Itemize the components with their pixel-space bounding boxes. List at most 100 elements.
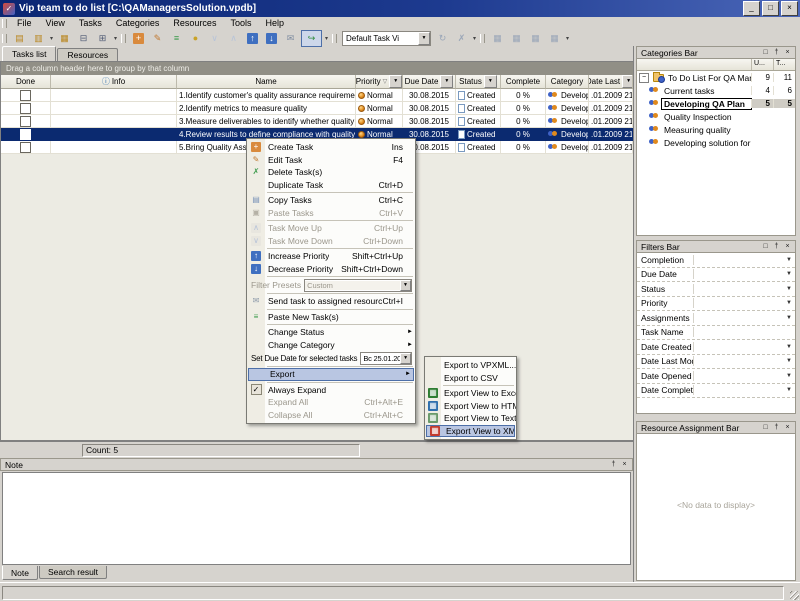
context-menu-task-move-down[interactable]: ∨Task Move DownCtrl+Down — [247, 235, 415, 248]
submenu-export-to-vpxml[interactable]: Export to VPXML... — [425, 359, 516, 372]
column-dropdown-button[interactable]: ▼ — [440, 75, 453, 88]
chevron-down-icon[interactable]: ▼ — [786, 271, 792, 277]
note-editor[interactable] — [2, 472, 631, 565]
view-menu-caret[interactable]: ▾ — [471, 35, 478, 42]
context-menu-change-status[interactable]: Change Status► — [247, 326, 415, 339]
context-menu-decrease-priority[interactable]: ↓Decrease PriorityShift+Ctrl+Down — [247, 263, 415, 276]
filter-row-completion[interactable]: Completion▼ — [637, 253, 795, 268]
bottom-tab-note[interactable]: Note — [2, 566, 38, 580]
column-header-done[interactable]: Done — [1, 75, 51, 89]
chevron-down-icon[interactable]: ▼ — [786, 315, 792, 321]
column-header-name[interactable]: Name — [177, 75, 356, 89]
context-menu-paste-tasks[interactable]: ▣Paste TasksCtrl+V — [247, 207, 415, 220]
column-header-priority[interactable]: Priority▽▼ — [356, 75, 403, 89]
done-checkbox[interactable] — [20, 129, 31, 140]
pin-icon[interactable]: † — [608, 460, 619, 470]
chevron-down-icon[interactable]: ▼ — [786, 373, 792, 379]
context-menu-expand-all[interactable]: Expand AllCtrl+Alt+E — [247, 396, 415, 409]
column-header-complete[interactable]: Complete — [501, 75, 546, 89]
context-menu-always-expand[interactable]: ✓Always Expand — [247, 384, 415, 397]
create-task-button[interactable]: + — [130, 31, 147, 46]
report-button-4[interactable]: ▦ — [546, 31, 563, 46]
filter-row-due-date[interactable]: Due Date▼ — [637, 268, 795, 283]
decrease-priority-button[interactable]: ↓ — [263, 31, 280, 46]
submenu-export-view-to-text[interactable]: ▦Export View to Text — [425, 412, 516, 425]
new-database-button[interactable]: ▤ — [11, 31, 28, 46]
pin-icon[interactable]: † — [771, 48, 782, 58]
chevron-down-icon[interactable]: ▼ — [786, 344, 792, 350]
column-header-info[interactable]: ⓘInfo — [51, 75, 177, 89]
column-header-status[interactable]: Status▼ — [456, 75, 501, 89]
done-checkbox[interactable] — [20, 90, 31, 101]
task-row-1[interactable]: 1.Identify customer's quality assurance … — [1, 89, 633, 102]
tree-expander-icon[interactable]: − — [639, 73, 649, 83]
report-menu-caret[interactable]: ▾ — [564, 35, 571, 42]
menubar-item-tools[interactable]: Tools — [223, 17, 258, 30]
chevron-down-icon[interactable]: ▼ — [786, 300, 792, 306]
filter-icon[interactable]: ▽ — [383, 78, 388, 85]
restore-icon[interactable]: □ — [760, 242, 771, 252]
chevron-down-icon[interactable]: ▼ — [400, 353, 411, 364]
category-item-to-do-list-for-qa-managers[interactable]: −To Do List For QA Managers911 — [637, 71, 795, 84]
close-button[interactable]: × — [781, 1, 798, 16]
submenu-export-view-to-html[interactable]: ▦Export View to HTML — [425, 400, 516, 413]
category-item-current-tasks[interactable]: Current tasks46 — [637, 84, 795, 97]
filter-row-date-opened[interactable]: Date Opened▼ — [637, 369, 795, 384]
context-menu-filter-presets[interactable]: Filter PresetsCustom▼ — [247, 278, 415, 292]
filter-row-assignments[interactable]: Assignments▼ — [637, 311, 795, 326]
context-menu-collapse-all[interactable]: Collapse AllCtrl+Alt+C — [247, 409, 415, 422]
chevron-down-icon[interactable]: ▼ — [786, 387, 792, 393]
bottom-tab-search-result[interactable]: Search result — [39, 566, 107, 579]
filter-row-priority[interactable]: Priority▼ — [637, 297, 795, 312]
filter-value[interactable]: ▼ — [694, 286, 795, 292]
print-preview-button[interactable]: ⊞ — [94, 31, 111, 46]
tab-resources[interactable]: Resources — [57, 48, 118, 61]
task-row-2[interactable]: 2.Identify metrics to measure qualityNor… — [1, 102, 633, 115]
combo-box[interactable]: Custom▼ — [304, 279, 412, 292]
submenu-export-view-to-xml[interactable]: ▦Export View to XML — [426, 425, 515, 438]
context-menu-set-due-date[interactable]: Set Due Date for selected tasksBc 25.01.… — [247, 351, 415, 365]
context-menu-export[interactable]: Export► — [248, 368, 414, 381]
print-menu-caret[interactable]: ▾ — [112, 35, 119, 42]
context-menu-delete-task-s[interactable]: ✗Delete Task(s) — [247, 166, 415, 179]
filter-value[interactable]: ▼ — [694, 257, 795, 263]
pin-icon[interactable]: † — [771, 242, 782, 252]
filter-value[interactable]: ▼ — [694, 300, 795, 306]
close-icon[interactable]: × — [782, 242, 793, 252]
context-menu-create-task[interactable]: +Create TaskIns — [247, 141, 415, 154]
send-task-button[interactable]: ✉ — [282, 31, 299, 46]
task-move-up-button[interactable]: ∧ — [225, 31, 242, 46]
filter-value[interactable]: ▼ — [694, 271, 795, 277]
column-header-category[interactable]: Category — [546, 75, 589, 89]
context-menu-increase-priority[interactable]: ↑Increase PriorityShift+Ctrl+Up — [247, 250, 415, 263]
menubar-item-file[interactable]: File — [10, 17, 39, 30]
menubar-item-categories[interactable]: Categories — [109, 17, 167, 30]
context-menu-change-category[interactable]: Change Category► — [247, 339, 415, 352]
minimize-button[interactable]: _ — [743, 1, 760, 16]
delete-view-button[interactable]: ✗ — [453, 31, 470, 46]
menubar-item-resources[interactable]: Resources — [166, 17, 223, 30]
submenu-export-view-to-excel[interactable]: ▦Export View to Excel — [425, 387, 516, 400]
report-button-1[interactable]: ▦ — [489, 31, 506, 46]
done-checkbox[interactable] — [20, 103, 31, 114]
chevron-down-icon[interactable]: ▼ — [786, 358, 792, 364]
edit-task-button[interactable]: ✎ — [149, 31, 166, 46]
menubar-item-view[interactable]: View — [39, 17, 72, 30]
context-menu-duplicate-task[interactable]: Duplicate TaskCtrl+D — [247, 179, 415, 192]
menubar-item-tasks[interactable]: Tasks — [72, 17, 109, 30]
context-menu-edit-task[interactable]: ✎Edit TaskF4 — [247, 154, 415, 167]
task-move-down-button[interactable]: ∨ — [206, 31, 223, 46]
restore-button[interactable]: □ — [762, 1, 779, 16]
filter-row-date-last-modifi[interactable]: Date Last Modifi▼ — [637, 355, 795, 370]
context-menu-task-move-up[interactable]: ∧Task Move UpCtrl+Up — [247, 222, 415, 235]
restore-icon[interactable]: □ — [760, 423, 771, 433]
chevron-down-icon[interactable]: ▼ — [400, 280, 411, 291]
category-item-quality-inspection[interactable]: Quality Inspection — [637, 110, 795, 123]
task-view-combo[interactable]: Default Task Vi▼ — [342, 31, 431, 46]
close-icon[interactable]: × — [782, 423, 793, 433]
categories-count-column-1[interactable]: U... — [751, 59, 773, 70]
filter-row-task-name[interactable]: Task Name — [637, 326, 795, 341]
paste-new-task-button[interactable]: ≡ — [168, 31, 185, 46]
filter-value[interactable]: ▼ — [694, 387, 795, 393]
pin-icon[interactable]: † — [771, 423, 782, 433]
